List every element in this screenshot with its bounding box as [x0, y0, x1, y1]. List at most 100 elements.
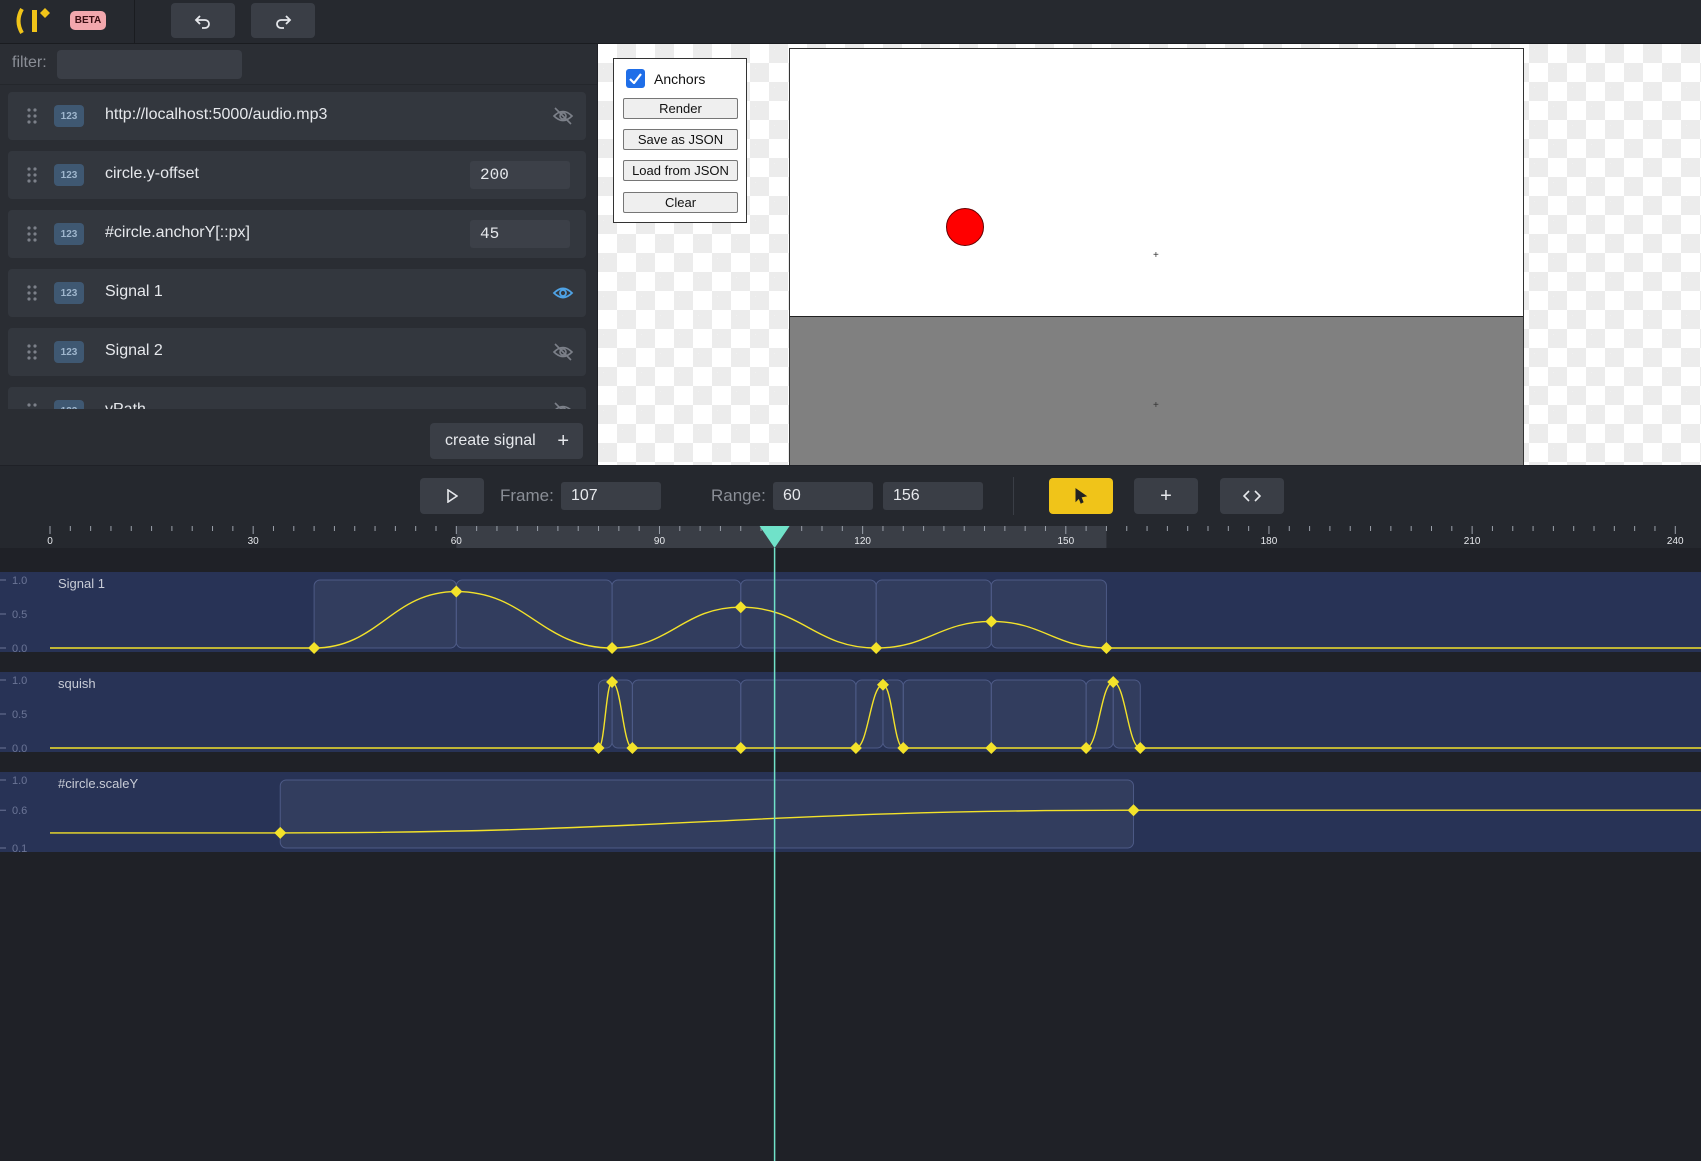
drag-handle-icon[interactable]: [26, 165, 38, 185]
curve-segment: [455, 579, 613, 649]
drag-handle-icon[interactable]: [26, 342, 38, 362]
number-type-badge: 123: [54, 400, 84, 409]
ground-rect[interactable]: +: [790, 316, 1523, 465]
y-tick-label: 0.5: [12, 709, 27, 721]
frame-label: Frame:: [500, 486, 554, 505]
y-tick-label: 0.0: [12, 743, 27, 755]
clear-button[interactable]: Clear: [623, 192, 738, 213]
curve-segment: [990, 579, 1107, 649]
add-plus-icon: +: [1160, 484, 1172, 507]
curve-segment: [279, 779, 1135, 849]
drag-handle-icon[interactable]: [26, 283, 38, 303]
track-label: squish: [58, 676, 96, 691]
signal-value-input[interactable]: 200: [470, 161, 570, 189]
ruler-label: 180: [1261, 536, 1278, 547]
signal-name: circle.y-offset: [105, 165, 199, 182]
number-type-badge: 123: [54, 282, 84, 304]
divider: [134, 0, 135, 43]
timeline-area[interactable]: 1.0 0.5 0.0 Signal 1 1.0 0.5 0.0 squish 1.0 0.6 0.…: [0, 548, 1701, 1161]
curve-segment: [990, 679, 1087, 749]
curve-segment: [611, 579, 742, 649]
signal-name: http://localhost:5000/audio.mp3: [105, 106, 328, 123]
top-bar: BETA: [0, 0, 1701, 44]
eye-off-icon[interactable]: [552, 106, 574, 126]
y-tick-label: 0.1: [12, 843, 27, 855]
y-tick-label: 0.6: [12, 805, 27, 817]
create-signal-label: create signal: [445, 432, 536, 449]
signal-row[interactable]: 123 circle.y-offset 200: [8, 151, 586, 199]
anchors-checkbox[interactable]: [626, 69, 645, 88]
theatre-logo-icon: [16, 7, 50, 35]
signal-row[interactable]: 123 #circle.anchorY[::px] 45: [8, 210, 586, 258]
signal-value-input[interactable]: 45: [470, 220, 570, 248]
curve-segment: [740, 579, 877, 649]
filter-bar: filter:: [0, 44, 597, 85]
redo-icon: [276, 14, 292, 29]
circle-shape[interactable]: [946, 208, 984, 246]
curve-segment: [902, 679, 992, 749]
render-button[interactable]: Render: [623, 98, 738, 119]
y-tick-label: 0.5: [12, 609, 27, 621]
undo-button[interactable]: [171, 3, 235, 38]
range-start-input[interactable]: 60: [773, 482, 873, 510]
select-pointer-icon: [1075, 488, 1088, 504]
y-tick-label: 1.0: [12, 575, 27, 587]
drag-handle-icon[interactable]: [26, 401, 38, 409]
eye-off-icon[interactable]: [552, 401, 574, 409]
add-tool-button[interactable]: +: [1134, 478, 1198, 514]
anchor-marker-icon[interactable]: +: [1153, 250, 1159, 261]
preview-controls: Anchors Render Save as JSON Load from JS…: [613, 58, 747, 223]
preview-viewport: Anchors Render Save as JSON Load from JS…: [598, 44, 1701, 465]
signal-name: Signal 1: [105, 283, 163, 300]
ruler-label: 0: [47, 536, 53, 547]
eye-icon[interactable]: [552, 283, 574, 303]
play-icon: [447, 489, 458, 503]
frame-input[interactable]: 107: [561, 482, 661, 510]
drag-handle-icon[interactable]: [26, 224, 38, 244]
select-tool-button[interactable]: [1049, 478, 1113, 514]
create-signal-button[interactable]: create signal +: [430, 423, 583, 459]
save-json-button[interactable]: Save as JSON: [623, 129, 738, 150]
number-type-badge: 123: [54, 223, 84, 245]
signals-panel: filter: 123 http://localhost:5000/audio.…: [0, 44, 597, 465]
check-icon: [629, 73, 642, 84]
plus-icon: +: [557, 430, 569, 452]
canvas-stage[interactable]: + +: [789, 48, 1524, 465]
redo-button[interactable]: [251, 3, 315, 38]
signal-row[interactable]: 123 Signal 1: [8, 269, 586, 317]
curve-segment: [740, 679, 857, 749]
code-tool-button[interactable]: [1220, 478, 1284, 514]
ruler-label: 240: [1667, 536, 1684, 547]
undo-icon: [194, 14, 210, 29]
transport-bar: Frame: 107 Range: 60 156 +: [0, 466, 1701, 526]
anchor-marker-icon[interactable]: +: [1153, 400, 1159, 411]
signal-name: yPath: [105, 401, 146, 409]
load-json-button[interactable]: Load from JSON: [623, 160, 738, 181]
signal-name: Signal 2: [105, 342, 163, 359]
drag-handle-icon[interactable]: [26, 106, 38, 126]
filter-input[interactable]: [57, 50, 242, 79]
filter-label: filter:: [12, 54, 47, 71]
frame-ruler[interactable]: 0 30 60 90 120 150 180 210 240: [0, 526, 1701, 548]
signal-list: 123 http://localhost:5000/audio.mp3 123 …: [0, 84, 597, 409]
signal-row[interactable]: 123 http://localhost:5000/audio.mp3: [8, 92, 586, 140]
curve-segment: [313, 579, 457, 649]
curve-segment: [875, 579, 992, 649]
signal-row[interactable]: 123 yPath: [8, 387, 586, 409]
ruler-label: 90: [654, 536, 666, 547]
range-label: Range:: [711, 486, 766, 505]
ruler-label: 30: [248, 536, 260, 547]
code-brackets-icon: [1243, 490, 1261, 502]
anchors-label: Anchors: [654, 71, 706, 87]
track-label: Signal 1: [58, 576, 105, 591]
y-tick-label: 1.0: [12, 675, 27, 687]
signal-row[interactable]: 123 Signal 2: [8, 328, 586, 376]
signal-name: #circle.anchorY[::px]: [105, 224, 250, 241]
divider: [1013, 477, 1014, 515]
eye-off-icon[interactable]: [552, 342, 574, 362]
curve-segment: [631, 679, 742, 749]
y-tick-label: 1.0: [12, 775, 27, 787]
play-button[interactable]: [420, 478, 484, 514]
track-label: #circle.scaleY: [58, 776, 139, 791]
range-end-input[interactable]: 156: [883, 482, 983, 510]
